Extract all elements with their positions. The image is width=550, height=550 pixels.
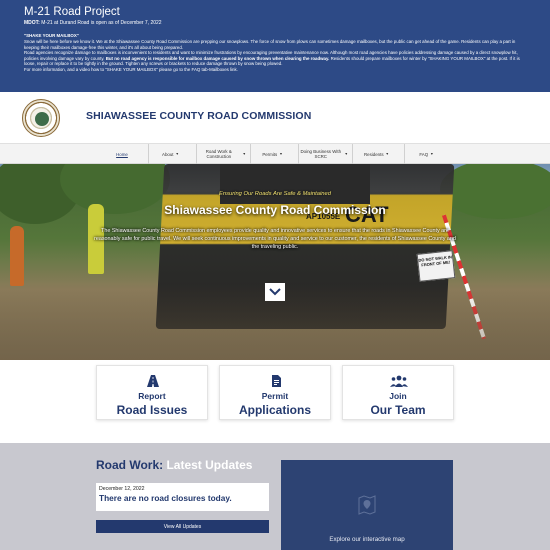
nav-label-faq: FAQ	[419, 151, 429, 157]
news-headline: There are no road closures today.	[99, 493, 232, 503]
nav-item-about[interactable]: About ▼	[148, 144, 192, 164]
team-icon	[390, 375, 408, 387]
card-small-label: Permit	[261, 391, 289, 401]
alert-banner: M-21 Road Project MDOT: M-21 at Durand R…	[0, 0, 550, 92]
nav-label-road-work: Road Work & Construction	[205, 149, 232, 159]
card-small-label: Report	[138, 391, 166, 401]
county-seal-logo[interactable]	[22, 99, 60, 137]
map-caption: Explore our interactive map	[329, 536, 405, 543]
updates-title-main: Road Work:	[96, 458, 164, 472]
news-date: December 12, 2022	[99, 486, 145, 492]
map-pin-icon	[358, 495, 376, 515]
alert-title: M-21 Road Project	[24, 6, 120, 18]
nav-item-residents[interactable]: Residents ▼	[352, 144, 400, 164]
scroll-down-button[interactable]	[265, 283, 285, 301]
alert-paragraph-2: Road agencies recognize damage to mailbo…	[24, 50, 526, 67]
latest-updates-section: Road Work: Latest Updates December 12, 2…	[0, 443, 550, 550]
main-nav: Home About ▼ Road Work & Construction ▼ Pe…	[0, 144, 550, 164]
card-big-label: Applications	[238, 403, 311, 417]
nav-label-home: Home	[116, 151, 128, 157]
chevron-down-icon	[269, 288, 281, 296]
hero-banner: AP1055E CAT DO NOT WALK IN FRONT OF ME! …	[0, 164, 550, 360]
alert-paragraph-3: For more information, and a video how to…	[24, 66, 238, 72]
alert-subtitle: MDOT: M-21 at Durand Road is open as of …	[24, 20, 526, 27]
chevron-down-icon: ▼	[430, 151, 434, 156]
updates-title: Road Work: Latest Updates	[96, 458, 252, 472]
worker-figure	[10, 226, 24, 286]
alert-status: M-21 at Durand Road is open as of Decemb…	[39, 20, 162, 26]
paver-cab	[220, 164, 370, 204]
road-icon	[147, 375, 159, 387]
nav-label-doing-business: Doing Business With SCRC	[300, 149, 342, 159]
nav-item-home[interactable]: Home	[104, 144, 140, 164]
site-title[interactable]: SHIAWASSEE COUNTY ROAD COMMISSION	[86, 110, 311, 122]
warning-sign: DO NOT WALK IN FRONT OF ME!	[416, 250, 456, 282]
nav-item-permits[interactable]: Permits ▼	[250, 144, 294, 164]
updates-title-highlight: Latest Updates	[163, 458, 253, 472]
nav-item-road-work[interactable]: Road Work & Construction ▼	[196, 144, 246, 164]
alert-source: MDOT:	[24, 20, 40, 26]
report-road-issues-card[interactable]: Report Road Issues	[96, 365, 208, 420]
nav-label-residents: Residents	[364, 151, 384, 157]
chevron-down-icon: ▼	[344, 151, 348, 156]
card-small-label: Join	[389, 391, 407, 401]
quick-links: Report Road Issues Permit Applications J…	[0, 360, 550, 443]
news-item[interactable]: December 12, 2022 There are no road clos…	[96, 483, 269, 511]
nav-item-doing-business[interactable]: Doing Business With SCRC ▼	[298, 144, 348, 164]
hero-kicker: Ensuring Our Roads Are Safe & Maintained	[219, 191, 331, 197]
card-big-label: Our Team	[370, 403, 426, 417]
join-our-team-card[interactable]: Join Our Team	[342, 365, 454, 420]
alert-paragraph-1: Snow will be here before we know it. We …	[24, 39, 516, 50]
view-all-updates-button[interactable]: View All Updates	[96, 520, 269, 533]
chevron-down-icon: ▼	[175, 151, 179, 156]
nav-item-faq[interactable]: FAQ ▼	[404, 144, 448, 164]
permit-applications-card[interactable]: Permit Applications	[219, 365, 331, 420]
site-header: SHIAWASSEE COUNTY ROAD COMMISSION	[0, 92, 550, 144]
chevron-down-icon: ▼	[385, 151, 389, 156]
nav-label-permits: Permits	[262, 151, 278, 157]
nav-label-about: About	[162, 151, 174, 157]
card-big-label: Road Issues	[116, 403, 188, 417]
chevron-down-icon: ▼	[242, 151, 246, 156]
alert-p2-bold: But no road agency is responsible for ma…	[105, 55, 330, 61]
seal-center	[35, 112, 49, 126]
hero-description: The Shiawassee County Road Commission em…	[94, 228, 456, 250]
hero-title: Shiawassee County Road Commission	[164, 203, 386, 217]
interactive-map-panel[interactable]: Explore our interactive map	[281, 460, 453, 550]
document-icon	[272, 375, 281, 387]
chevron-down-icon: ▼	[279, 151, 283, 156]
